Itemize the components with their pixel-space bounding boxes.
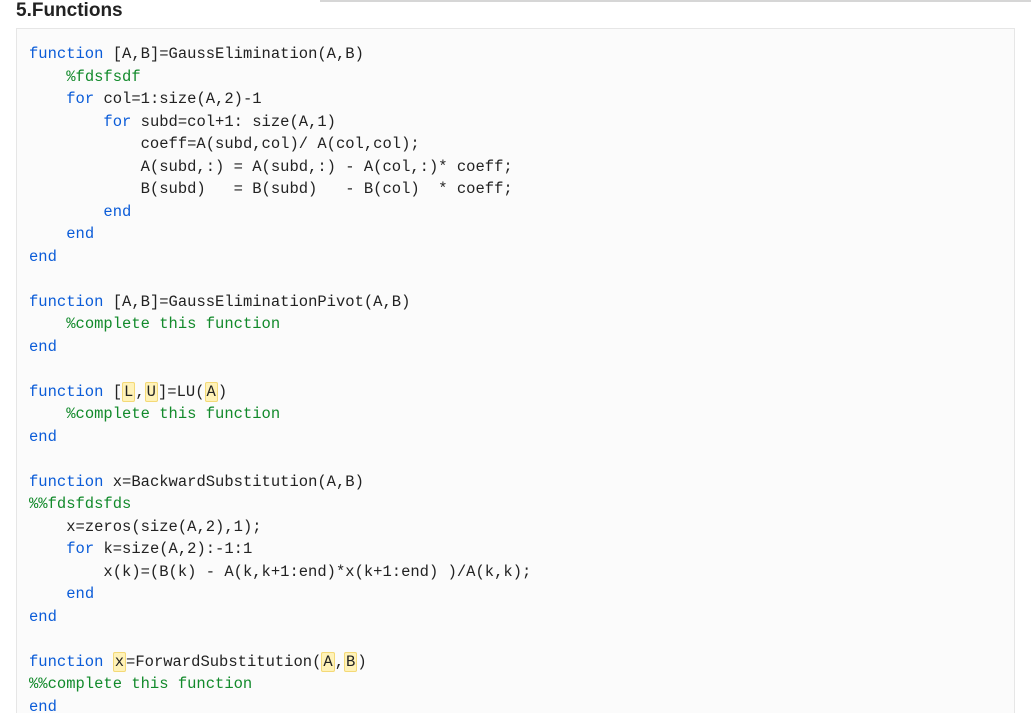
- highlight: L: [122, 382, 135, 402]
- code-text: coeff=A(subd,col)/ A(col,col);: [141, 135, 420, 153]
- code-comment: %complete this function: [66, 405, 280, 423]
- code-text: col=1:size(A,2)-1: [103, 90, 261, 108]
- kw-end: end: [29, 608, 57, 626]
- kw-function: function: [29, 473, 103, 491]
- kw-function: function: [29, 653, 103, 671]
- kw-end: end: [29, 248, 57, 266]
- code-comment: %fdsfsdf: [66, 68, 140, 86]
- highlight: B: [344, 652, 357, 672]
- code-text: [L,U]=LU(A): [113, 382, 227, 402]
- code-text: x(k)=(B(k) - A(k,k+1:end)*x(k+1:end) )/A…: [103, 563, 531, 581]
- kw-end: end: [66, 225, 94, 243]
- kw-for: for: [66, 90, 94, 108]
- kw-end: end: [29, 338, 57, 356]
- code-text: [A,B]=GaussElimination(A,B): [113, 45, 364, 63]
- kw-for: for: [103, 113, 131, 131]
- code-text: x=ForwardSubstitution(A,B): [113, 652, 367, 672]
- kw-function: function: [29, 45, 103, 63]
- code-text: B(subd) = B(subd) - B(col) * coeff;: [141, 180, 513, 198]
- code-block: function [A,B]=GaussElimination(A,B) %fd…: [16, 28, 1015, 713]
- top-divider: [320, 0, 1031, 2]
- code-comment: %%fdsfdsfds: [29, 495, 131, 513]
- code-text: A(subd,:) = A(subd,:) - A(col,:)* coeff;: [141, 158, 513, 176]
- kw-end: end: [103, 203, 131, 221]
- code-text: subd=col+1: size(A,1): [141, 113, 336, 131]
- kw-for: for: [66, 540, 94, 558]
- code-text: k=size(A,2):-1:1: [103, 540, 252, 558]
- code-text: [A,B]=GaussEliminationPivot(A,B): [113, 293, 411, 311]
- code-text: x=BackwardSubstitution(A,B): [113, 473, 364, 491]
- highlight: x: [113, 652, 126, 672]
- code-comment: %%complete this function: [29, 675, 252, 693]
- highlight: A: [321, 652, 334, 672]
- section-heading: 5.Functions: [0, 0, 1031, 28]
- kw-end: end: [29, 698, 57, 713]
- kw-function: function: [29, 383, 103, 401]
- code-text: x=zeros(size(A,2),1);: [66, 518, 261, 536]
- code-comment: %complete this function: [66, 315, 280, 333]
- kw-end: end: [66, 585, 94, 603]
- kw-function: function: [29, 293, 103, 311]
- kw-end: end: [29, 428, 57, 446]
- highlight: U: [145, 382, 158, 402]
- highlight: A: [205, 382, 218, 402]
